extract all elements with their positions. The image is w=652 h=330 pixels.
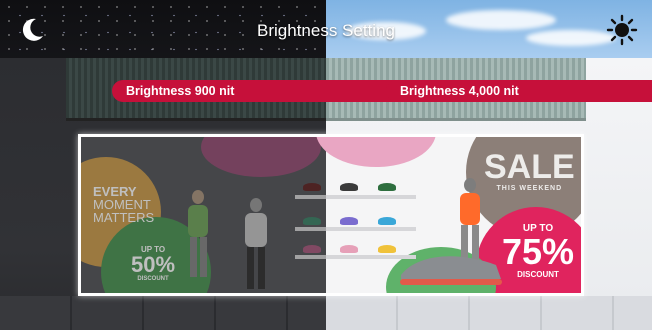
tagline: EVERY MOMENT MATTERS [93, 184, 155, 225]
left-promo: UP TO 50% DISCOUNT [131, 245, 176, 282]
mannequin-green [188, 190, 208, 277]
brightness-4000-label: Brightness 4,000 nit [386, 80, 652, 102]
display-dim-half: EVERY MOMENT MATTERS UP TO 50% DISCOUNT [81, 137, 326, 293]
pavement-dark [0, 296, 326, 330]
sale-heading: SALE THIS WEEKEND [484, 148, 575, 192]
store-window-display: EVERY MOMENT MATTERS UP TO 50% DISCOUNT [78, 134, 584, 296]
page-title: Brightness Setting [257, 21, 395, 40]
display-bright-half: SALE THIS WEEKEND UP TO 75% DISCOUNT [316, 137, 581, 293]
sun-icon [606, 14, 638, 46]
mannequin-gray [245, 198, 267, 289]
header-bar: Brightness Setting [0, 0, 652, 58]
right-promo: UP TO 75% DISCOUNT [502, 223, 575, 279]
featured-shoe [400, 256, 502, 285]
pavement-bright [326, 296, 652, 330]
brightness-comparison: Brightness Setting Brightness 900 nit Br… [0, 0, 652, 330]
